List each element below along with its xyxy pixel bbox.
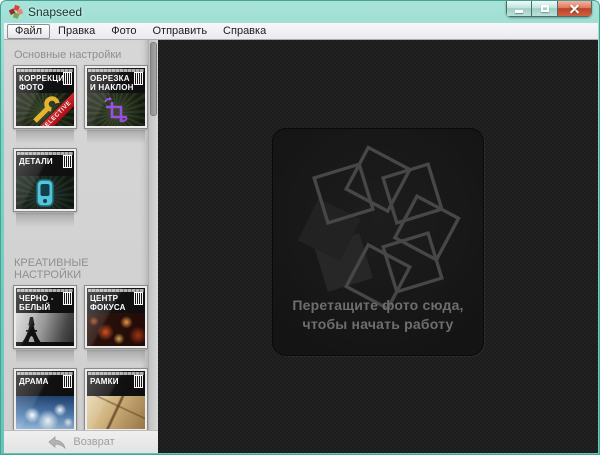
back-button[interactable]: Возврат	[47, 436, 114, 449]
tile-label: ЧЕРНО - БЕЛЫЙ	[16, 293, 66, 314]
dropzone-text-line2: чтобы начать работу	[272, 315, 484, 334]
close-button[interactable]	[558, 1, 592, 17]
sidebar-scrollbar[interactable]	[148, 40, 158, 453]
dropzone-text-line1: Перетащите фото сюда,	[272, 296, 484, 315]
tile-label: ДЕТАЛИ	[16, 156, 66, 177]
tile-row: ЧЕРНО - БЕЛЫЙ	[4, 286, 148, 364]
barcode-icon	[63, 155, 72, 168]
filter-tile-tune[interactable]: КОРРЕКЦИЯ ФОТО SELECTIVE	[14, 66, 76, 144]
barcode-icon	[134, 72, 143, 85]
filter-tile-details[interactable]: ДЕТАЛИ	[14, 149, 76, 227]
minimize-button[interactable]	[506, 1, 532, 17]
tile-label: ЦЕНТР ФОКУСА	[87, 293, 137, 314]
maximize-icon	[541, 5, 549, 12]
menu-photo[interactable]: Фото	[103, 24, 144, 39]
menu-edit[interactable]: Правка	[50, 24, 103, 39]
back-button-label: Возврат	[73, 436, 114, 448]
tile-label: ДРАМА	[16, 376, 66, 397]
filters-sidebar: Основные настройки КОРРЕКЦИЯ ФОТО	[4, 40, 148, 453]
sharpener-icon	[16, 176, 74, 209]
tile-reflection	[16, 130, 74, 144]
tile-row: ДЕТАЛИ	[4, 149, 148, 227]
filter-tile-crop[interactable]: ОБРЕЗКА И НАКЛОН	[85, 66, 147, 144]
barcode-icon	[63, 292, 72, 305]
menu-file[interactable]: Файл	[7, 24, 50, 39]
window-title: Snapseed	[28, 5, 82, 19]
dropzone-hint: Перетащите фото сюда, чтобы начать работ…	[272, 296, 484, 334]
tile-row: КОРРЕКЦИЯ ФОТО SELECTIVE	[4, 66, 148, 144]
tile-reflection	[16, 213, 74, 227]
section-title-creative: КРЕАТИВНЫЕ НАСТРОЙКИ	[14, 257, 148, 281]
bokeh-image	[87, 313, 145, 346]
back-arrow-icon	[47, 436, 67, 449]
content-area: Основные настройки КОРРЕКЦИЯ ФОТО	[4, 40, 598, 453]
tile-reflection	[16, 350, 74, 364]
crop-icon	[87, 93, 145, 126]
paper-image	[87, 396, 145, 429]
tile-reflection	[87, 350, 145, 364]
client-area: Файл Правка Фото Отправить Справка Основ…	[4, 23, 598, 453]
menubar: Файл Правка Фото Отправить Справка	[4, 23, 598, 40]
scrollbar-thumb[interactable]	[150, 42, 157, 116]
window-controls	[506, 1, 592, 17]
maximize-button[interactable]	[532, 1, 558, 17]
snapseed-logo-icon	[9, 5, 23, 19]
menu-help[interactable]: Справка	[215, 24, 274, 39]
photo-dropzone[interactable]: Перетащите фото сюда, чтобы начать работ…	[272, 128, 484, 356]
minimize-icon	[515, 10, 523, 13]
eiffel-tower-image	[16, 313, 74, 346]
canvas-area: Перетащите фото сюда, чтобы начать работ…	[158, 40, 598, 453]
barcode-icon	[134, 375, 143, 388]
menu-send[interactable]: Отправить	[145, 24, 216, 39]
filter-tile-black-white[interactable]: ЧЕРНО - БЕЛЫЙ	[14, 286, 76, 364]
close-icon	[569, 3, 580, 14]
snapseed-window: Snapseed Файл Правка Фото Отправить Спра…	[0, 0, 600, 455]
snapseed-pinwheel-watermark	[294, 144, 462, 312]
barcode-icon	[63, 375, 72, 388]
clouds-image	[16, 396, 74, 429]
barcode-icon	[134, 292, 143, 305]
titlebar: Snapseed	[1, 1, 599, 23]
tile-label: КОРРЕКЦИЯ ФОТО	[16, 73, 66, 94]
section-title-basic: Основные настройки	[14, 49, 148, 61]
barcode-icon	[63, 72, 72, 85]
tile-label: РАМКИ	[87, 376, 137, 397]
back-bar: Возврат	[4, 430, 158, 453]
tile-label: ОБРЕЗКА И НАКЛОН	[87, 73, 137, 94]
tile-reflection	[87, 130, 145, 144]
filter-tile-center-focus[interactable]: ЦЕНТР ФОКУСА	[85, 286, 147, 364]
